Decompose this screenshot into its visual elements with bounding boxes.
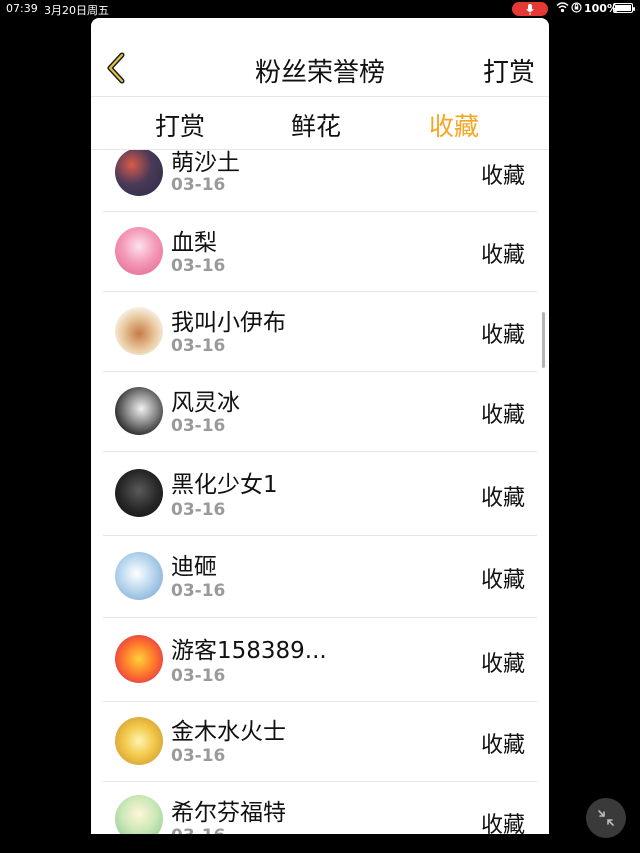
fan-row[interactable]: 金木水火士 03-16 收藏 bbox=[103, 701, 537, 782]
fan-date: 03-16 bbox=[171, 746, 226, 766]
avatar bbox=[115, 227, 163, 275]
fan-row[interactable]: 风灵冰 03-16 收藏 bbox=[103, 371, 537, 452]
avatar bbox=[115, 795, 163, 834]
mic-icon bbox=[512, 2, 548, 16]
status-date: 3月20日周五 bbox=[44, 4, 109, 17]
favorite-label: 收藏 bbox=[480, 243, 525, 268]
fan-row[interactable]: 血梨 03-16 收藏 bbox=[103, 211, 537, 292]
fan-date: 03-16 bbox=[171, 666, 226, 686]
fan-date: 03-16 bbox=[171, 175, 226, 195]
avatar bbox=[115, 469, 163, 517]
collapse-button[interactable] bbox=[586, 798, 626, 838]
fan-name: 金木水火士 bbox=[171, 719, 286, 745]
avatar bbox=[115, 635, 163, 683]
fan-name: 希尔芬福特 bbox=[171, 800, 286, 826]
avatar bbox=[115, 150, 163, 196]
wifi-icon bbox=[556, 1, 569, 16]
avatar bbox=[115, 717, 163, 765]
favorite-label: 收藏 bbox=[480, 403, 525, 428]
fan-honor-panel: 粉丝荣誉榜 打赏 打赏 鲜花 收藏 萌沙土 03-16 收藏 血梨 03-16 … bbox=[91, 18, 549, 834]
page-title: 粉丝荣誉榜 bbox=[254, 58, 385, 88]
favorite-label: 收藏 bbox=[480, 164, 525, 189]
fan-date: 03-16 bbox=[171, 500, 226, 520]
status-time: 07:39 bbox=[6, 2, 38, 15]
fan-row[interactable]: 黑化少女1 03-16 收藏 bbox=[103, 451, 537, 536]
fan-name: 萌沙土 bbox=[171, 150, 240, 176]
collapse-arrows-icon bbox=[598, 810, 614, 826]
fan-name: 血梨 bbox=[171, 230, 217, 256]
favorite-label: 收藏 bbox=[480, 813, 525, 834]
fan-date: 03-16 bbox=[171, 581, 226, 601]
fan-name: 我叫小伊布 bbox=[171, 310, 286, 336]
fan-name: 黑化少女1 bbox=[171, 472, 278, 498]
status-bar: 07:39 3月20日周五 100% bbox=[0, 0, 640, 18]
fan-row[interactable]: 迪砸 03-16 收藏 bbox=[103, 535, 537, 618]
fan-name: 迪砸 bbox=[171, 554, 217, 580]
tab-bar: 打赏 鲜花 收藏 bbox=[91, 97, 549, 150]
fan-row[interactable]: 游客158389... 03-16 收藏 bbox=[103, 617, 537, 702]
favorite-label: 收藏 bbox=[480, 733, 525, 758]
fan-name: 风灵冰 bbox=[171, 390, 240, 416]
reward-button[interactable]: 打赏 bbox=[483, 52, 535, 89]
tab-reward[interactable]: 打赏 bbox=[155, 107, 205, 143]
fan-date: 03-16 bbox=[171, 256, 226, 276]
orientation-lock-icon bbox=[571, 1, 582, 16]
battery-icon bbox=[613, 3, 635, 13]
fan-list[interactable]: 萌沙土 03-16 收藏 血梨 03-16 收藏 我叫小伊布 03-16 收藏 … bbox=[91, 150, 549, 834]
avatar bbox=[115, 387, 163, 435]
fan-row[interactable]: 希尔芬福特 03-16 收藏 bbox=[103, 781, 537, 834]
scrollbar[interactable] bbox=[542, 312, 545, 368]
fan-date: 03-16 bbox=[171, 336, 226, 356]
fan-row[interactable]: 萌沙土 03-16 收藏 bbox=[103, 150, 537, 212]
tab-favorites[interactable]: 收藏 bbox=[429, 107, 479, 143]
favorite-label: 收藏 bbox=[480, 323, 525, 348]
avatar bbox=[115, 552, 163, 600]
fan-row[interactable]: 我叫小伊布 03-16 收藏 bbox=[103, 291, 537, 372]
favorite-label: 收藏 bbox=[480, 568, 525, 593]
favorite-label: 收藏 bbox=[480, 652, 525, 677]
fan-name: 游客158389... bbox=[171, 638, 327, 664]
tab-flowers[interactable]: 鲜花 bbox=[291, 107, 341, 143]
header: 粉丝荣誉榜 打赏 bbox=[91, 18, 549, 97]
fan-date: 03-16 bbox=[171, 826, 225, 834]
avatar bbox=[115, 307, 163, 355]
favorite-label: 收藏 bbox=[480, 486, 525, 511]
fan-date: 03-16 bbox=[171, 416, 226, 436]
